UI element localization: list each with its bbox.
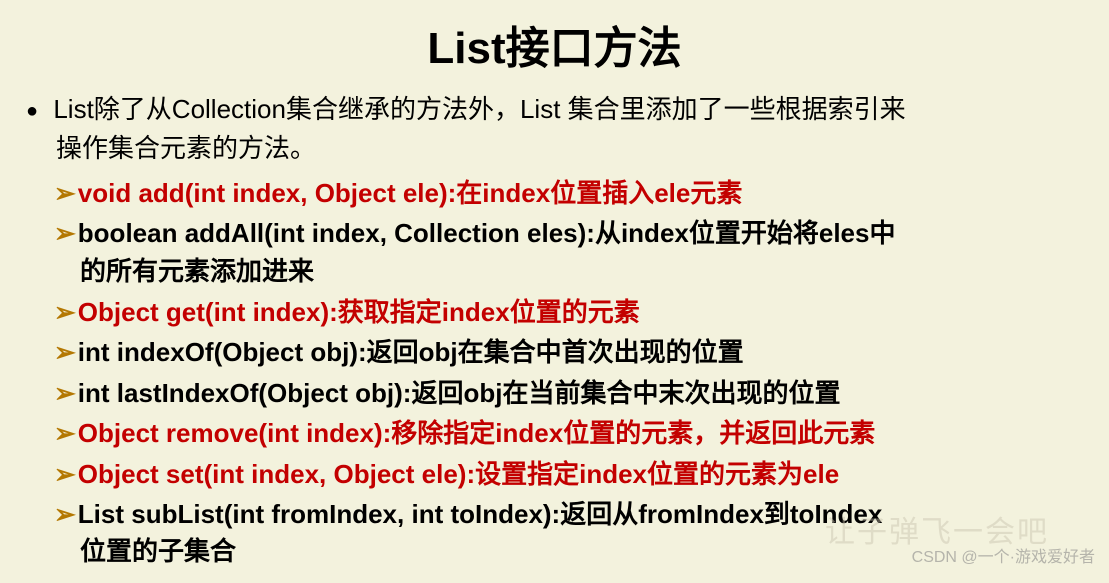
method-text: Object remove(int index):移除指定index位置的元素，… (78, 418, 875, 448)
intro-text: List除了从Collection集合继承的方法外，List 集合里添加了一些根… (26, 90, 1071, 168)
method-cont: 的所有元素添加进来 (80, 253, 1081, 291)
bullet-arrow-icon: ➢ (54, 333, 76, 371)
intro-line2: 操作集合元素的方法。 (56, 129, 1071, 168)
method-text: List subList(int fromIndex, int toIndex)… (78, 499, 883, 529)
method-item: ➢void add(int index, Object ele):在index位… (54, 174, 1091, 212)
method-text: int lastIndexOf(Object obj):返回obj在当前集合中末… (78, 378, 841, 408)
bullet-arrow-icon: ➢ (54, 414, 76, 452)
slide-container: List接口方法 List除了从Collection集合继承的方法外，List … (0, 0, 1109, 583)
method-text: int indexOf(Object obj):返回obj在集合中首次出现的位置 (78, 337, 744, 367)
bullet-arrow-icon: ➢ (54, 293, 76, 331)
watermark-text: CSDN @一个·游戏爱好者 (912, 543, 1095, 567)
method-item: ➢int indexOf(Object obj):返回obj在集合中首次出现的位… (54, 333, 1091, 371)
bullet-arrow-icon: ➢ (54, 455, 76, 493)
bullet-arrow-icon: ➢ (54, 174, 76, 212)
method-text: void add(int index, Object ele):在index位置… (78, 178, 743, 208)
method-item: ➢boolean addAll(int index, Collection el… (54, 214, 1091, 290)
method-text: boolean addAll(int index, Collection ele… (78, 218, 896, 248)
bullet-arrow-icon: ➢ (54, 214, 76, 252)
method-item: ➢int lastIndexOf(Object obj):返回obj在当前集合中… (54, 374, 1091, 412)
method-item: ➢Object set(int index, Object ele):设置指定i… (54, 455, 1091, 493)
slide-title: List接口方法 (18, 12, 1091, 76)
bullet-arrow-icon: ➢ (54, 495, 76, 533)
method-item: ➢Object get(int index):获取指定index位置的元素 (54, 293, 1091, 331)
bullet-arrow-icon: ➢ (54, 374, 76, 412)
intro-line1: List除了从Collection集合继承的方法外，List 集合里添加了一些根… (53, 94, 905, 124)
method-text: Object get(int index):获取指定index位置的元素 (78, 297, 640, 327)
method-text: Object set(int index, Object ele):设置指定in… (78, 459, 839, 489)
method-item: ➢Object remove(int index):移除指定index位置的元素… (54, 414, 1091, 452)
